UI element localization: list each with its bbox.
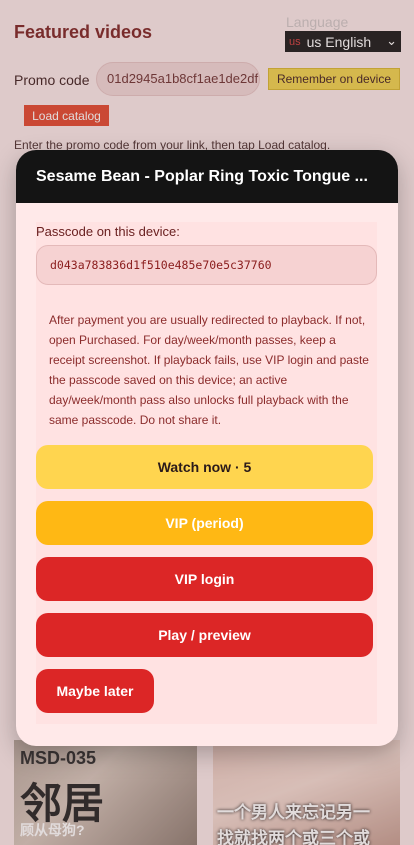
passcode-label: Passcode on this device: bbox=[36, 224, 180, 239]
maybe-later-button[interactable]: Maybe later bbox=[36, 669, 154, 713]
passcode-field[interactable]: d043a783836d1f510e485e70e5c37760 bbox=[36, 245, 377, 285]
play-preview-button[interactable]: Play / preview bbox=[36, 613, 373, 657]
vip-period-button[interactable]: VIP (period) bbox=[36, 501, 373, 545]
modal-body: Passcode on this device: d043a783836d1f5… bbox=[36, 222, 377, 724]
modal-header: Sesame Bean - Poplar Ring Toxic Tongue .… bbox=[16, 150, 398, 203]
watch-now-button[interactable]: Watch now · 5 bbox=[36, 445, 373, 489]
vip-login-button[interactable]: VIP login bbox=[36, 557, 373, 601]
modal-title: Sesame Bean - Poplar Ring Toxic Tongue .… bbox=[36, 167, 368, 185]
payment-notice: After payment you are usually redirected… bbox=[49, 313, 369, 427]
purchase-modal: Sesame Bean - Poplar Ring Toxic Tongue .… bbox=[16, 150, 398, 746]
